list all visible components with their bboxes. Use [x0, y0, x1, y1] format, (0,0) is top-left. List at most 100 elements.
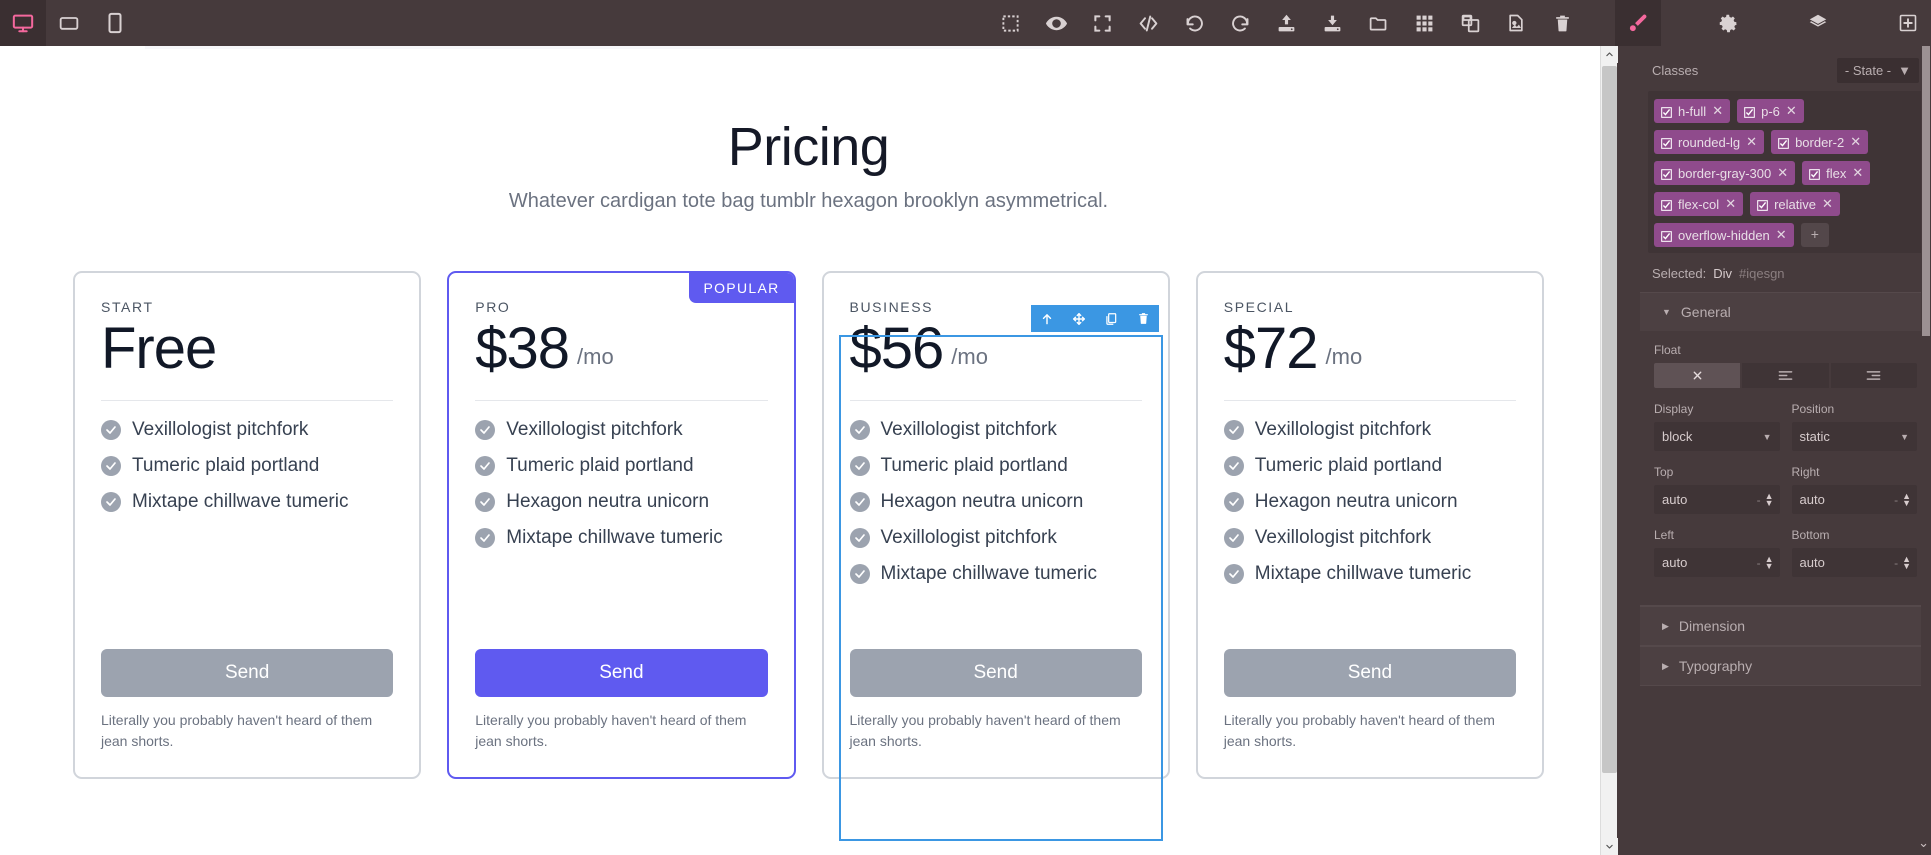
right-unit[interactable]: -: [1894, 493, 1898, 507]
class-chip-p-6[interactable]: p-6 ✕: [1737, 99, 1804, 123]
float-left-button[interactable]: [1742, 363, 1829, 388]
right-panel-scroll-thumb[interactable]: [1922, 46, 1930, 336]
pricing-card-special[interactable]: SPECIAL $72 /mo Vexillologist pitchfork …: [1195, 271, 1544, 779]
float-right-button[interactable]: [1830, 363, 1917, 388]
add-plus-icon[interactable]: [1885, 0, 1931, 46]
class-chip-label: flex: [1826, 165, 1847, 181]
class-chip-overflow-hidden[interactable]: overflow-hidden ✕: [1654, 223, 1794, 247]
assets-image-icon[interactable]: [1493, 0, 1539, 46]
top-input[interactable]: auto - ▲ ▼: [1654, 485, 1780, 514]
checkbox-icon[interactable]: [1809, 168, 1820, 180]
check-circle-icon: [849, 455, 870, 476]
preview-eye-icon[interactable]: [1033, 0, 1079, 46]
blocks-grid-icon[interactable]: [1401, 0, 1447, 46]
popular-badge: POPULAR: [689, 273, 794, 303]
left-input[interactable]: auto - ▲ ▼: [1654, 548, 1780, 577]
device-desktop-button[interactable]: [0, 0, 46, 46]
sector-dimension-header[interactable]: ▶ Dimension: [1640, 607, 1931, 645]
state-select[interactable]: - State - ▼: [1836, 58, 1919, 83]
copy-icon[interactable]: [1095, 305, 1127, 332]
check-circle-icon: [1223, 419, 1244, 440]
stepper-icon[interactable]: ▲ ▼: [1902, 492, 1911, 508]
scroll-down-arrow-icon[interactable]: [1601, 838, 1618, 855]
pricing-card-pro[interactable]: POPULAR PRO $38 /mo Vexillologist pitchf…: [447, 271, 796, 779]
card-divider: [475, 399, 768, 401]
undo-icon[interactable]: [1171, 0, 1217, 46]
remove-class-icon[interactable]: ✕: [1822, 196, 1833, 212]
card-feature-list: Vexillologist pitchfork Tumeric plaid po…: [101, 419, 393, 527]
class-chip-border-2[interactable]: border-2 ✕: [1771, 130, 1869, 154]
remove-class-icon[interactable]: ✕: [1777, 165, 1788, 181]
layers-icon[interactable]: [1795, 0, 1841, 46]
checkbox-icon[interactable]: [1778, 137, 1789, 149]
redo-icon[interactable]: [1217, 0, 1263, 46]
card-cta-button[interactable]: Send: [849, 649, 1142, 698]
canvas-scroll-thumb[interactable]: [1602, 66, 1617, 773]
stepper-icon[interactable]: ▲ ▼: [1765, 555, 1774, 571]
display-select[interactable]: block ▼: [1654, 422, 1780, 451]
remove-class-icon[interactable]: ✕: [1786, 103, 1797, 119]
card-price-row: $38 /mo: [475, 318, 767, 380]
left-unit[interactable]: -: [1757, 556, 1761, 570]
position-select[interactable]: static ▼: [1791, 422, 1917, 451]
remove-class-icon[interactable]: ✕: [1850, 134, 1861, 150]
stepper-icon[interactable]: ▲ ▼: [1765, 492, 1774, 508]
scroll-up-arrow-icon[interactable]: [1601, 46, 1618, 63]
folder-icon[interactable]: [1355, 0, 1401, 46]
style-manager-brush-icon[interactable]: [1615, 0, 1661, 46]
class-chip-h-full[interactable]: h-full ✕: [1654, 99, 1731, 123]
checkbox-icon[interactable]: [1661, 168, 1672, 180]
check-circle-icon: [1223, 491, 1244, 512]
pricing-card-business[interactable]: BUSINESS $56 /mo Vexillologist pitchfork…: [821, 271, 1170, 779]
remove-class-icon[interactable]: ✕: [1725, 196, 1736, 212]
delete-trash-icon[interactable]: [1127, 305, 1159, 332]
right-panel-scroll-down-icon[interactable]: ⌄: [1918, 835, 1929, 851]
canvas-scrollbar[interactable]: [1600, 46, 1618, 855]
card-spacer: [101, 527, 393, 650]
right-input[interactable]: auto - ▲ ▼: [1791, 485, 1917, 514]
list-item: Vexillologist pitchfork: [849, 527, 1142, 549]
checkbox-icon[interactable]: [1661, 137, 1672, 149]
fullscreen-icon[interactable]: [1079, 0, 1125, 46]
remove-class-icon[interactable]: ✕: [1776, 227, 1787, 243]
bottom-input[interactable]: auto - ▲ ▼: [1791, 548, 1917, 577]
borders-icon[interactable]: [987, 0, 1033, 46]
import-icon[interactable]: [1263, 0, 1309, 46]
checkbox-icon[interactable]: [1744, 106, 1755, 118]
checkbox-icon[interactable]: [1661, 230, 1672, 242]
card-cta-button[interactable]: Send: [1223, 649, 1516, 698]
sector-typography-header[interactable]: ▶ Typography: [1640, 647, 1931, 685]
checkbox-icon[interactable]: [1661, 106, 1672, 118]
pricing-card-start[interactable]: START Free Vexillologist pitchfork Tumer…: [73, 271, 422, 779]
card-cta-button[interactable]: Send: [101, 649, 394, 698]
add-class-button[interactable]: +: [1800, 223, 1829, 247]
checkbox-icon[interactable]: [1661, 199, 1672, 211]
remove-class-icon[interactable]: ✕: [1746, 134, 1757, 150]
pages-copy-icon[interactable]: [1447, 0, 1493, 46]
move-icon[interactable]: [1063, 305, 1095, 332]
bottom-unit[interactable]: -: [1894, 556, 1898, 570]
trash-icon[interactable]: [1539, 0, 1585, 46]
list-item: Mixtape chillwave tumeric: [475, 527, 767, 549]
device-mobile-button[interactable]: [92, 0, 138, 46]
code-icon[interactable]: [1125, 0, 1171, 46]
select-parent-arrow-up-icon[interactable]: [1031, 305, 1063, 332]
card-cta-button[interactable]: Send: [475, 649, 768, 698]
class-chip-rounded-lg[interactable]: rounded-lg ✕: [1654, 130, 1765, 154]
canvas-frame[interactable]: Pricing Whatever cardigan tote bag tumbl…: [0, 46, 1617, 855]
class-chip-flex-col[interactable]: flex-col ✕: [1654, 192, 1744, 216]
settings-gear-icon[interactable]: [1705, 0, 1751, 46]
sector-general-header[interactable]: ▼ General: [1640, 293, 1931, 331]
class-chip-relative[interactable]: relative ✕: [1750, 192, 1840, 216]
class-chip-border-gray-300[interactable]: border-gray-300 ✕: [1654, 161, 1796, 185]
stepper-icon[interactable]: ▲ ▼: [1902, 555, 1911, 571]
remove-class-icon[interactable]: ✕: [1712, 103, 1723, 119]
checkbox-icon[interactable]: [1757, 199, 1768, 211]
device-tablet-button[interactable]: [46, 0, 92, 46]
remove-class-icon[interactable]: ✕: [1852, 165, 1863, 181]
top-unit[interactable]: -: [1757, 493, 1761, 507]
right-panel-scrollbar[interactable]: [1921, 46, 1931, 855]
export-icon[interactable]: [1309, 0, 1355, 46]
float-none-button[interactable]: [1654, 363, 1741, 388]
class-chip-flex[interactable]: flex ✕: [1802, 161, 1871, 185]
